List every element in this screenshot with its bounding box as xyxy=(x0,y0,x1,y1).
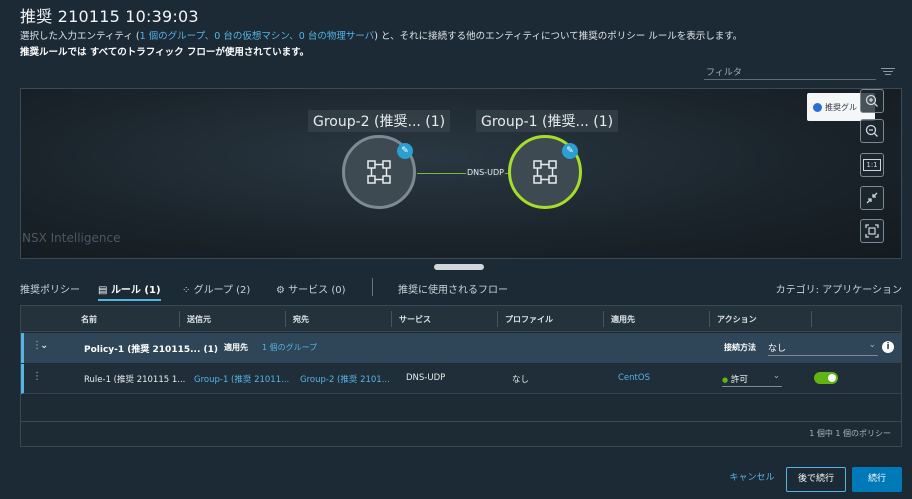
desc-text: ) と、それに接続する他のエンティティについて推奨のポリシー ルールを表示します… xyxy=(374,31,743,42)
group-icon xyxy=(367,160,391,184)
cancel-button[interactable]: キャンセル xyxy=(726,467,778,492)
node-label-group-2: Group-2 (推奨... (1) xyxy=(308,110,451,132)
topology-canvas[interactable]: NSX Intelligence Group-2 (推奨... (1) Grou… xyxy=(20,88,902,259)
desc-text: 推奨ルールでは xyxy=(20,47,90,58)
tab-services-label: サービス (0) xyxy=(288,285,346,296)
zoom-in-icon xyxy=(865,94,878,107)
chevron-down-icon: ⌄ xyxy=(772,371,780,381)
entity-link[interactable]: 1 個のグループ、0 台の仮想マシン、0 台の物理サーバ xyxy=(140,31,375,42)
zoom-out-button[interactable] xyxy=(860,119,884,143)
col-action: アクション xyxy=(717,315,757,324)
divider xyxy=(391,311,392,327)
divider xyxy=(372,278,373,296)
legend-label: 推奨グル xyxy=(825,103,857,112)
connection-select[interactable]: なし ⌄ xyxy=(768,340,878,356)
legend-dot-icon xyxy=(813,103,822,112)
allow-status-icon: ● xyxy=(722,376,729,384)
rule-source[interactable]: Group-1 (推奨 21011... xyxy=(194,373,289,385)
col-applied-to: 適用先 xyxy=(611,315,635,324)
collapse-button[interactable] xyxy=(860,186,884,210)
group-icon xyxy=(533,160,557,184)
page-title: 推奨 210115 10:39:03 xyxy=(20,7,199,26)
col-source: 送信元 xyxy=(187,315,211,324)
zoom-in-button[interactable] xyxy=(860,89,884,113)
rules-icon: ▤ xyxy=(98,285,108,296)
filter-icon[interactable] xyxy=(881,66,895,76)
divider xyxy=(179,311,180,327)
services-icon: ⚙ xyxy=(276,285,285,296)
divider xyxy=(497,311,498,327)
col-destination: 宛先 xyxy=(293,315,309,324)
chevron-down-icon[interactable]: ⌄ xyxy=(40,340,48,351)
chevron-down-icon: ⌄ xyxy=(868,340,876,350)
rule-profile: なし xyxy=(512,375,530,385)
tab-rules[interactable]: ▤ ルール (1) xyxy=(98,281,161,301)
col-name: 名前 xyxy=(81,315,97,324)
applied-to-label: 適用先 xyxy=(224,343,248,352)
tab-groups[interactable]: ⁘ グループ (2) xyxy=(182,281,250,296)
info-icon[interactable]: i xyxy=(882,341,894,353)
divider xyxy=(603,311,604,327)
divider xyxy=(709,311,710,327)
rule-destination[interactable]: Group-2 (推奨 2101... xyxy=(300,373,390,385)
table-row[interactable]: ⋮ Rule-1 (推奨 210115 1... Group-1 (推奨 210… xyxy=(21,364,901,394)
divider xyxy=(21,421,901,422)
recommended-policy-label: 推奨ポリシー xyxy=(20,285,80,296)
kebab-menu-icon[interactable]: ⋮ xyxy=(32,372,42,382)
description: 選択した入力エンティティ (1 個のグループ、0 台の仮想マシン、0 台の物理サ… xyxy=(20,29,742,61)
col-service: サービス xyxy=(399,315,431,324)
zoom-out-icon xyxy=(865,124,878,137)
divider xyxy=(811,311,812,327)
action-value: 許可 xyxy=(730,375,748,385)
connection-label: 接続方法 xyxy=(724,343,756,352)
desc-bold: すべてのトラフィック xyxy=(89,47,184,58)
desc-text: 選択した入力エンティティ ( xyxy=(20,31,140,42)
node-label-group-1: Group-1 (推奨... (1) xyxy=(476,110,619,132)
applied-to-link[interactable]: 1 個のグループ xyxy=(262,342,317,353)
fit-to-screen-button[interactable] xyxy=(860,219,884,243)
edge-label: DNS-UDP xyxy=(466,168,505,177)
continue-button[interactable]: 続行 xyxy=(852,467,902,492)
rule-enabled-toggle[interactable] xyxy=(814,372,838,384)
desc-text: フローが使用されています。 xyxy=(183,47,310,58)
table-header: 名前 送信元 宛先 サービス プロファイル 適用先 アクション xyxy=(21,306,901,332)
tab-flows[interactable]: 推奨に使用されるフロー xyxy=(398,281,508,296)
collapse-icon xyxy=(866,192,878,204)
tab-rules-label: ルール (1) xyxy=(110,285,161,296)
category-label: カテゴリ: アプリケーション xyxy=(775,285,902,296)
tab-services[interactable]: ⚙ サービス (0) xyxy=(276,281,346,296)
recommendation-badge-icon: ✎ xyxy=(562,143,578,159)
watermark: NSX Intelligence xyxy=(22,231,121,245)
rule-name: Rule-1 (推奨 210115 1... xyxy=(84,375,186,385)
tab-bar: 推奨ポリシー ▤ ルール (1) ⁘ グループ (2) ⚙ サービス (0) 推… xyxy=(20,278,902,301)
actual-size-icon: 1:1 xyxy=(863,159,881,171)
col-profile: プロファイル xyxy=(505,315,553,324)
rules-table: 名前 送信元 宛先 サービス プロファイル 適用先 アクション ⋮ ⌄ Poli… xyxy=(20,305,902,447)
divider xyxy=(285,311,286,327)
policy-row[interactable]: ⋮ ⌄ Policy-1 (推奨 210115... (1) 適用先 1 個のグ… xyxy=(21,333,901,363)
filter-input[interactable]: フィルタ xyxy=(704,62,876,80)
pagination-text: 1 個中 1 個のポリシー xyxy=(809,429,891,438)
actual-size-button[interactable]: 1:1 xyxy=(860,153,884,177)
tab-groups-label: グループ (2) xyxy=(193,285,251,296)
resize-handle[interactable] xyxy=(434,264,484,270)
connection-value: なし xyxy=(768,344,787,354)
recommendation-badge-icon: ✎ xyxy=(397,143,413,159)
fit-icon xyxy=(865,224,879,238)
continue-later-button[interactable]: 後で続行 xyxy=(786,467,846,492)
policy-name: Policy-1 (推奨 210115... (1) xyxy=(84,345,218,355)
action-select[interactable]: ● 許可 ⌄ xyxy=(722,371,782,387)
groups-icon: ⁘ xyxy=(182,285,191,296)
rule-applied-to[interactable]: CentOS xyxy=(618,373,650,383)
rule-service: DNS-UDP xyxy=(406,373,446,383)
